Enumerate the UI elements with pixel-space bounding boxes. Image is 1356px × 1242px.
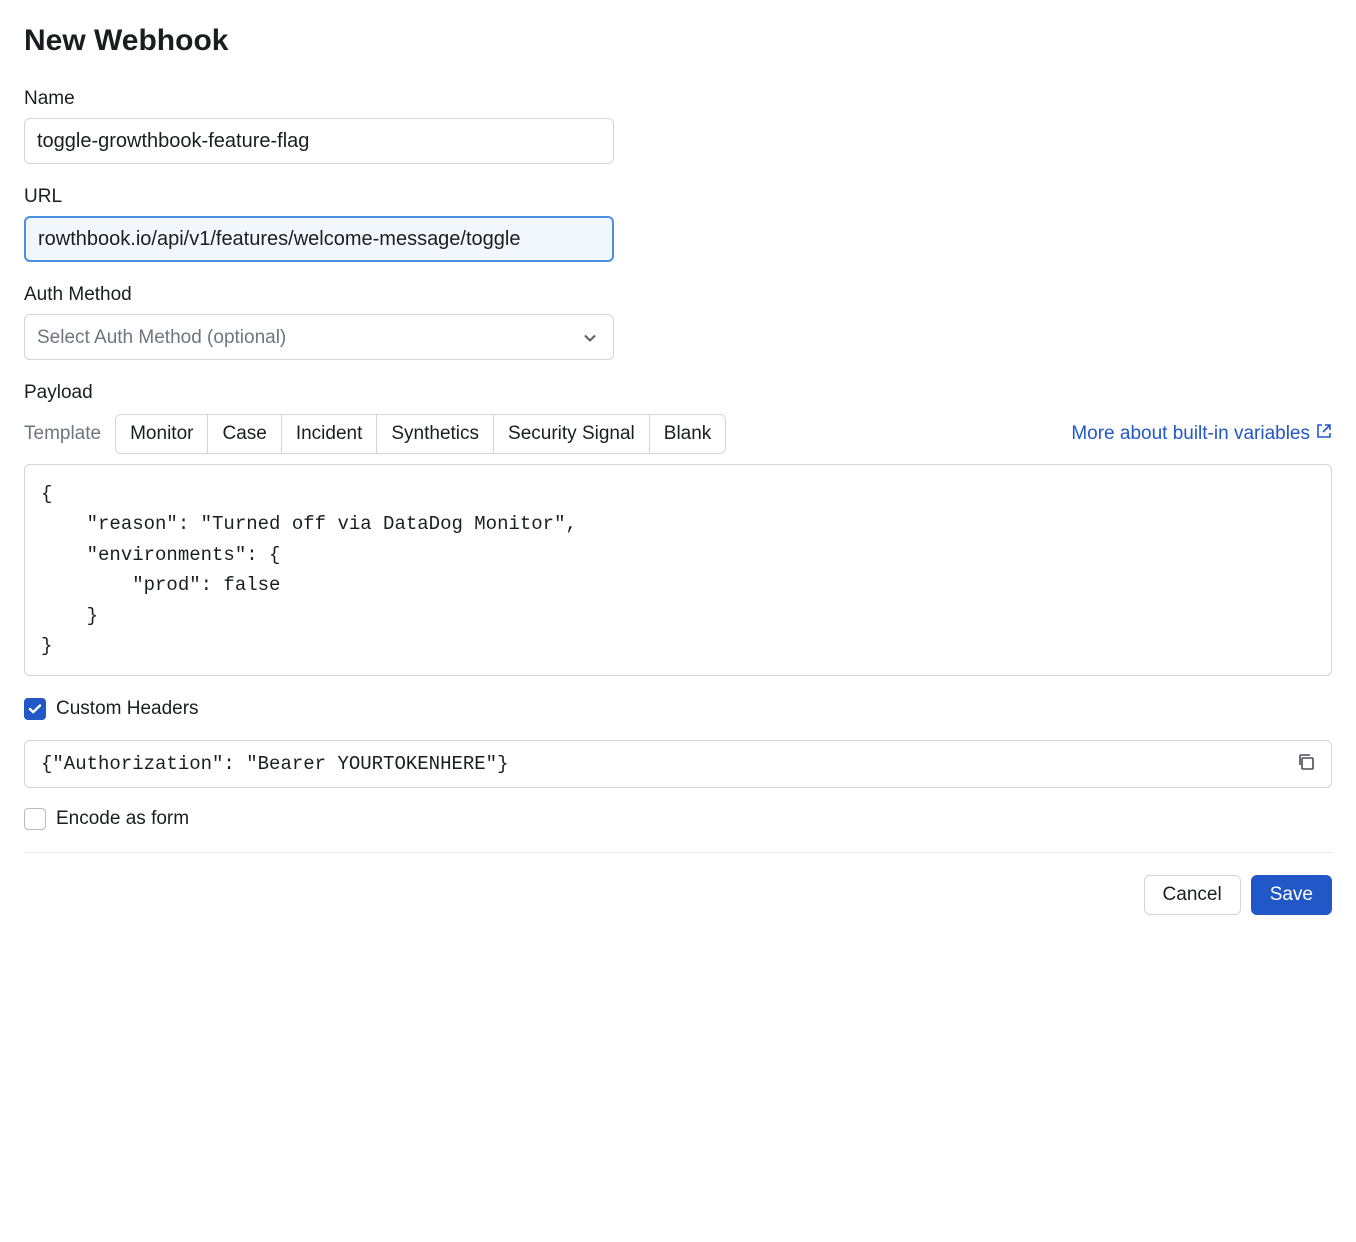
tab-case[interactable]: Case — [208, 415, 281, 453]
page-title: New Webhook — [24, 24, 1332, 58]
copy-icon[interactable] — [1297, 477, 1317, 497]
template-label: Template — [24, 423, 101, 445]
name-label: Name — [24, 88, 1332, 110]
tab-blank[interactable]: Blank — [650, 415, 726, 453]
auth-method-select[interactable]: Select Auth Method (optional) — [24, 314, 614, 360]
tab-security-signal[interactable]: Security Signal — [494, 415, 650, 453]
name-input[interactable] — [24, 118, 614, 164]
more-variables-link[interactable]: More about built-in variables — [1071, 423, 1332, 445]
encode-as-form-label: Encode as form — [56, 808, 189, 830]
cancel-button[interactable]: Cancel — [1144, 875, 1241, 915]
url-label: URL — [24, 186, 1332, 208]
url-input[interactable] — [24, 216, 614, 262]
payload-code[interactable]: { "reason": "Turned off via DataDog Moni… — [24, 464, 1332, 676]
custom-headers-input[interactable]: {"Authorization": "Bearer YOURTOKENHERE"… — [24, 740, 1332, 788]
custom-headers-label: Custom Headers — [56, 698, 199, 720]
custom-headers-checkbox[interactable] — [24, 698, 46, 720]
save-button[interactable]: Save — [1251, 875, 1332, 915]
auth-method-label: Auth Method — [24, 284, 1332, 306]
divider — [24, 852, 1332, 853]
external-link-icon — [1316, 423, 1332, 445]
tab-synthetics[interactable]: Synthetics — [377, 415, 494, 453]
tab-incident[interactable]: Incident — [282, 415, 378, 453]
tab-monitor[interactable]: Monitor — [116, 415, 208, 453]
template-tab-group: Monitor Case Incident Synthetics Securit… — [115, 414, 726, 454]
more-variables-label: More about built-in variables — [1071, 423, 1310, 445]
encode-as-form-checkbox[interactable] — [24, 808, 46, 830]
payload-label: Payload — [24, 382, 1332, 404]
copy-icon[interactable] — [1297, 753, 1317, 773]
